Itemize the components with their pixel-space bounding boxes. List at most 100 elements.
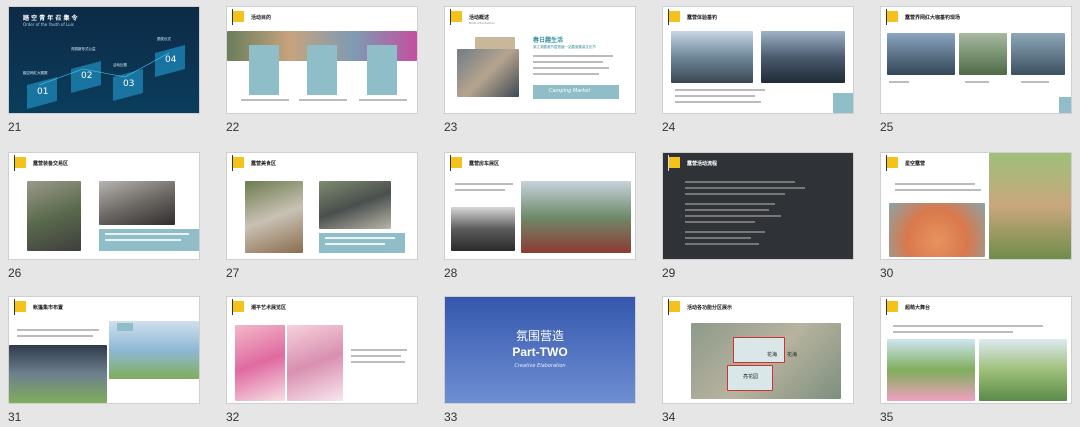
slide-29-title: 露营活动流程 — [687, 161, 718, 167]
slide-28-logo-icon — [451, 157, 462, 168]
slide-30-photo-2 — [989, 153, 1071, 259]
slide-27-photo-2 — [319, 181, 391, 229]
slide-32-title: 潮平艺术展览区 — [251, 305, 287, 311]
slide-26-title: 露营装备交易区 — [33, 161, 69, 167]
slide-24-title: 露营体验垂钓 — [687, 15, 718, 21]
slide-number-30: 30 — [880, 266, 894, 280]
slide-number-28: 28 — [444, 266, 458, 280]
slide-21-canvas: 踏 空 青 年 召 集 令 Order of the Youth of Luis… — [8, 6, 200, 114]
slide-number-25: 25 — [880, 120, 894, 134]
slide-thumbnail-30[interactable]: 星空露营 30 — [880, 152, 1072, 283]
slide-24-photo-2 — [761, 31, 845, 83]
slide-27-photo-1 — [245, 181, 303, 253]
slide-25-photo-1 — [887, 33, 955, 75]
slide-thumbnail-33[interactable]: 氛围营造 Part-TWO Creative Elaboration 33 — [444, 296, 636, 427]
slide-29-line-8 — [685, 231, 765, 233]
slide-22-card-1 — [249, 45, 279, 95]
slide-number-23: 23 — [444, 120, 458, 134]
slide-thumbnail-23[interactable]: 活动概述 Brief introduction 春日趣生活 某江湖露营节暨首届一… — [444, 6, 636, 137]
slide-34-label-2: 花海 — [787, 352, 798, 358]
slide-30-text-1 — [895, 183, 975, 185]
slide-23-logo-icon — [451, 11, 462, 22]
slide-22-text-1 — [241, 99, 289, 101]
slide-31-logo-icon — [15, 301, 26, 312]
slide-28-photo-2 — [521, 181, 631, 253]
slide-26-photo-2 — [99, 181, 175, 225]
slide-26-photo-1 — [27, 181, 81, 251]
slide-thumbnail-28[interactable]: 露营房车展区 28 — [444, 152, 636, 283]
slide-thumbnail-25[interactable]: 露营界网红大咖垂钓现场 25 — [880, 6, 1072, 137]
slide-number-29: 29 — [662, 266, 676, 280]
slide-thumbnail-24[interactable]: 露营体验垂钓 24 — [662, 6, 854, 137]
slide-23-text-3 — [533, 67, 609, 69]
slide-22-canvas: 活动目的 — [226, 6, 418, 114]
slide-21-step-label-4: 颁奖仪式 — [157, 37, 171, 41]
slide-29-line-3 — [685, 193, 785, 195]
slide-27-canvas: 露营美食区 — [226, 152, 418, 260]
slide-29-line-6 — [685, 215, 781, 217]
slide-26-canvas: 露营装备交易区 — [8, 152, 200, 260]
slide-21-step-1: 01 — [37, 87, 49, 97]
slide-number-27: 27 — [226, 266, 240, 280]
slide-26-logo-icon — [15, 157, 26, 168]
slide-28-canvas: 露营房车展区 — [444, 152, 636, 260]
slide-28-text-2 — [455, 189, 505, 191]
slide-33-part-sub: Creative Elaboration — [514, 363, 566, 369]
slide-29-line-1 — [685, 181, 795, 183]
slide-35-photo-2 — [979, 339, 1067, 401]
slide-25-caption-3 — [1021, 81, 1049, 83]
slide-thumbnail-26[interactable]: 露营装备交易区 26 — [8, 152, 200, 283]
slide-23-text-1 — [533, 55, 613, 57]
slide-32-canvas: 潮平艺术展览区 — [226, 296, 418, 404]
slide-32-text-1 — [351, 349, 407, 351]
slide-thumbnail-35[interactable]: 超萌大舞台 35 — [880, 296, 1072, 427]
slide-35-title: 超萌大舞台 — [905, 305, 931, 311]
slide-thumbnail-31[interactable]: 帐篷集市布置 31 — [8, 296, 200, 427]
slide-thumbnail-34[interactable]: 活动各功能分区展示 花海 花海 亮花园 34 — [662, 296, 854, 427]
slide-27-text-1 — [325, 237, 395, 239]
slide-24-canvas: 露营体验垂钓 — [662, 6, 854, 114]
slide-32-text-3 — [351, 361, 405, 363]
slide-28-title: 露营房车展区 — [469, 161, 500, 167]
slide-number-35: 35 — [880, 410, 894, 424]
slide-31-canvas: 帐篷集市布置 — [8, 296, 200, 404]
slide-28-text-1 — [455, 183, 513, 185]
slide-21-step-2: 02 — [81, 71, 93, 81]
slide-33-canvas: 氛围营造 Part-TWO Creative Elaboration — [444, 296, 636, 404]
slide-23-subtitle: Brief introduction — [469, 21, 496, 25]
slide-thumbnail-22[interactable]: 活动目的 22 — [226, 6, 418, 137]
slide-35-photo-1 — [887, 339, 975, 401]
slide-29-line-5 — [685, 209, 769, 211]
slide-29-line-7 — [685, 221, 755, 223]
slide-thumbnail-32[interactable]: 潮平艺术展览区 32 — [226, 296, 418, 427]
slide-25-logo-icon — [887, 11, 898, 22]
slide-27-text-2 — [325, 243, 385, 245]
slide-35-logo-icon — [887, 301, 898, 312]
slide-29-line-9 — [685, 237, 751, 239]
slide-thumbnail-27[interactable]: 露营美食区 27 — [226, 152, 418, 283]
slide-21-step-3: 03 — [123, 79, 135, 89]
slide-23-text-4 — [533, 73, 599, 75]
slide-22-title: 活动目的 — [251, 15, 272, 21]
slide-23-accent-block — [475, 37, 515, 49]
slide-31-photo-1 — [9, 345, 107, 403]
slide-22-text-2 — [299, 99, 347, 101]
slide-34-title: 活动各功能分区展示 — [687, 305, 733, 311]
slide-23-line2: 某江湖露营节暨首届一站露营集装文化节 — [533, 45, 596, 49]
slide-21-step-label-2: 亮丽新形式公益 — [71, 47, 96, 51]
slide-33-title: 氛围营造 — [515, 329, 564, 343]
slide-26-text-1 — [105, 233, 189, 235]
slide-25-caption-2 — [965, 81, 989, 83]
slide-24-teal-corner — [833, 93, 853, 113]
slide-number-21: 21 — [8, 120, 22, 134]
slide-number-24: 24 — [662, 120, 676, 134]
slide-25-photo-2 — [959, 33, 1007, 75]
slide-22-card-3 — [367, 45, 397, 95]
slide-34-canvas: 活动各功能分区展示 花海 花海 亮花园 — [662, 296, 854, 404]
slide-25-caption-1 — [889, 81, 909, 83]
slide-29-logo-icon — [669, 157, 680, 168]
slide-thumbnail-29[interactable]: 露营活动流程 29 — [662, 152, 854, 283]
slide-number-34: 34 — [662, 410, 676, 424]
slide-thumbnail-21[interactable]: 踏 空 青 年 召 集 令 Order of the Youth of Luis… — [8, 6, 200, 137]
slide-24-text-3 — [675, 101, 761, 103]
